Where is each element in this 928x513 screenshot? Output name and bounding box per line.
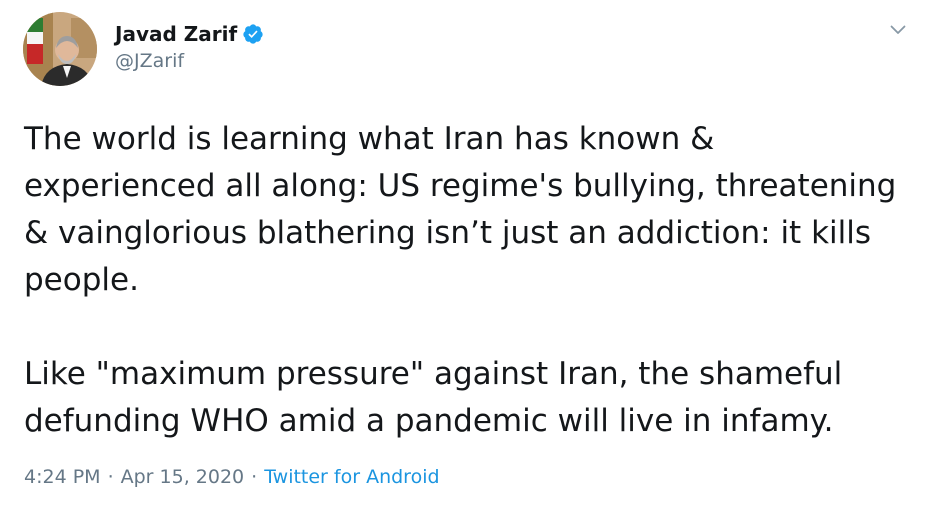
tweet-card: Javad Zarif @JZarif The world is learnin… <box>0 0 928 513</box>
avatar[interactable] <box>23 12 97 86</box>
tweet-header: Javad Zarif @JZarif <box>23 12 264 86</box>
separator: · <box>107 466 114 488</box>
author-name-row: Javad Zarif <box>115 20 264 48</box>
tweet-source-link[interactable]: Twitter for Android <box>264 466 439 488</box>
author-handle[interactable]: @JZarif <box>115 50 264 72</box>
tweet-text-paragraph-1: The world is learning what Iran has know… <box>24 121 897 298</box>
author-info: Javad Zarif @JZarif <box>115 20 264 72</box>
tweet-time[interactable]: 4:24 PM <box>24 466 101 488</box>
tweet-text-paragraph-2: Like "maximum pressure" against Iran, th… <box>24 356 843 439</box>
chevron-down-icon[interactable] <box>890 21 906 34</box>
tweet-date[interactable]: Apr 15, 2020 <box>121 466 245 488</box>
profile-photo-icon <box>23 12 97 86</box>
verified-badge-icon <box>242 23 264 45</box>
tweet-metadata: 4:24 PM · Apr 15, 2020 · Twitter for And… <box>24 466 440 488</box>
author-display-name[interactable]: Javad Zarif <box>115 22 237 46</box>
separator: · <box>251 466 258 488</box>
